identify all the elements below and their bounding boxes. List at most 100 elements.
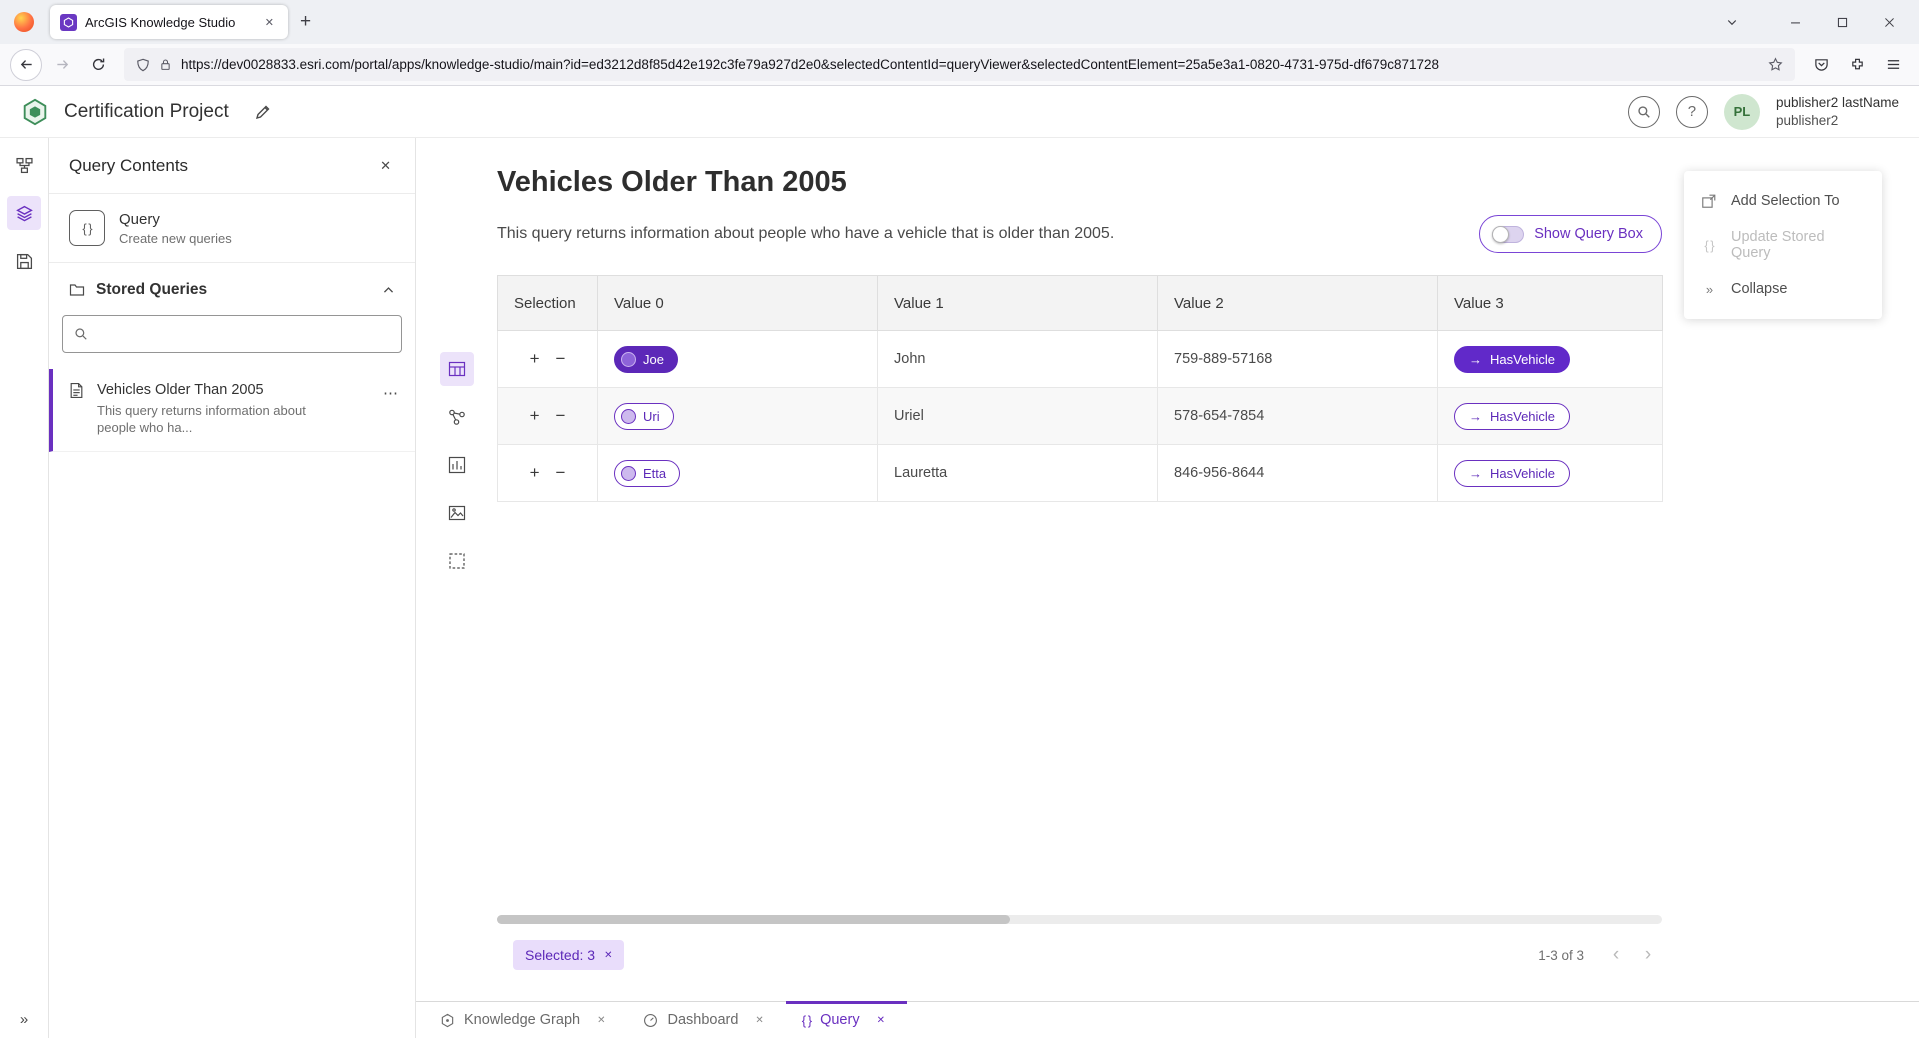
cell-value[interactable]: Uriel	[894, 408, 924, 424]
window-minimize-button[interactable]	[1772, 0, 1819, 44]
save-icon[interactable]	[7, 244, 41, 278]
remove-from-selection-button[interactable]: −	[556, 349, 566, 369]
entity-node-icon	[621, 466, 636, 481]
remove-from-selection-button[interactable]: −	[556, 463, 566, 483]
query-contents-panel: Query Contents ✕ { } Query Create new qu…	[49, 138, 416, 1038]
close-tab-icon[interactable]: ✕	[749, 1012, 769, 1029]
pocket-icon[interactable]	[1805, 49, 1837, 81]
selection-tools-icon[interactable]	[440, 544, 474, 578]
relationship-pill[interactable]: →HasVehicle	[1454, 403, 1570, 430]
tab-knowledge-graph[interactable]: Knowledge Graph ✕	[424, 1002, 627, 1038]
user-name-block[interactable]: publisher2 lastName publisher2	[1776, 94, 1899, 129]
page-description: This query returns information about peo…	[497, 225, 1114, 243]
edit-title-pencil-icon[interactable]	[247, 96, 279, 128]
map-view-icon[interactable]	[440, 496, 474, 530]
forward-button[interactable]	[46, 49, 78, 81]
toggle-switch[interactable]	[1492, 226, 1524, 243]
hamburger-menu-icon[interactable]	[1877, 49, 1909, 81]
stored-queries-label: Stored Queries	[96, 281, 207, 299]
column-header-value3[interactable]: Value 3	[1438, 276, 1663, 331]
content-tabs-bar: Knowledge Graph ✕ Dashboard ✕ { } Query …	[416, 1001, 1919, 1038]
left-icon-rail: »	[0, 138, 49, 1038]
entity-pill[interactable]: Uri	[614, 403, 674, 430]
stored-queries-search[interactable]	[62, 315, 402, 353]
padlock-icon[interactable]	[159, 58, 172, 71]
chevron-up-icon[interactable]	[382, 284, 395, 297]
collapse-chevrons-icon: »	[1700, 282, 1718, 297]
selected-count-chip[interactable]: Selected: 3 ✕	[513, 940, 624, 970]
new-tab-button[interactable]: +	[288, 11, 323, 33]
show-query-box-toggle[interactable]: Show Query Box	[1479, 215, 1662, 253]
clear-selection-icon[interactable]: ✕	[604, 950, 612, 961]
tab-dashboard[interactable]: Dashboard ✕	[627, 1002, 785, 1038]
previous-page-icon[interactable]: ‹	[1602, 941, 1630, 969]
app-header: Certification Project ? PL publisher2 la…	[0, 86, 1919, 138]
horizontal-scrollbar[interactable]	[497, 915, 1662, 924]
column-header-value1[interactable]: Value 1	[878, 276, 1158, 331]
entity-pill[interactable]: Joe	[614, 346, 678, 373]
menu-item-update-stored-query[interactable]: { } Update Stored Query	[1684, 223, 1882, 267]
cell-value[interactable]: Lauretta	[894, 465, 947, 481]
add-to-selection-button[interactable]: +	[530, 349, 540, 369]
panel-title: Query Contents	[69, 156, 188, 176]
search-input[interactable]	[97, 326, 390, 342]
menu-item-add-selection-to[interactable]: Add Selection To	[1684, 179, 1882, 223]
remove-from-selection-button[interactable]: −	[556, 406, 566, 426]
browser-window: ArcGIS Knowledge Studio ✕ +	[0, 0, 1919, 1038]
firefox-icon[interactable]	[14, 12, 34, 32]
close-tab-icon[interactable]: ✕	[871, 1012, 891, 1029]
data-model-icon[interactable]	[7, 148, 41, 182]
layers-icon[interactable]	[7, 196, 41, 230]
add-to-selection-button[interactable]: +	[530, 463, 540, 483]
folder-icon	[69, 282, 85, 298]
braces-icon: { }	[69, 210, 105, 246]
view-toolstrip	[416, 275, 497, 1001]
graph-view-icon[interactable]	[440, 400, 474, 434]
new-query-item[interactable]: { } Query Create new queries	[49, 194, 415, 263]
browser-tab[interactable]: ArcGIS Knowledge Studio ✕	[50, 5, 288, 39]
user-avatar[interactable]: PL	[1724, 94, 1760, 130]
entity-pill[interactable]: Etta	[614, 460, 680, 487]
back-button[interactable]	[10, 49, 42, 81]
tab-query[interactable]: { } Query ✕	[786, 1002, 907, 1038]
panel-close-icon[interactable]: ✕	[376, 154, 395, 178]
table-view-icon[interactable]	[440, 352, 474, 386]
url-text[interactable]: https://dev0028833.esri.com/portal/apps/…	[181, 57, 1759, 72]
add-to-selection-button[interactable]: +	[530, 406, 540, 426]
extensions-icon[interactable]	[1841, 49, 1873, 81]
relationship-pill[interactable]: →HasVehicle	[1454, 346, 1570, 373]
cell-value[interactable]: 578-654-7854	[1174, 408, 1264, 424]
question-mark-icon: ?	[1688, 103, 1696, 120]
chart-view-icon[interactable]	[440, 448, 474, 482]
url-bar[interactable]: https://dev0028833.esri.com/portal/apps/…	[124, 48, 1795, 81]
relationship-arrow-icon: →	[1469, 466, 1482, 481]
tracking-protection-shield-icon[interactable]	[136, 58, 150, 72]
expand-rail-icon[interactable]: »	[20, 1011, 28, 1028]
entity-node-icon	[621, 409, 636, 424]
site-favicon	[60, 14, 77, 31]
menu-item-collapse[interactable]: » Collapse	[1684, 267, 1882, 311]
list-tabs-chevron-icon[interactable]	[1726, 16, 1738, 28]
cell-value[interactable]: John	[894, 351, 925, 367]
item-options-ellipsis-icon[interactable]: ⋯	[379, 382, 403, 404]
relationship-arrow-icon: →	[1469, 409, 1482, 424]
next-page-icon[interactable]: ›	[1634, 941, 1662, 969]
column-header-value0[interactable]: Value 0	[598, 276, 878, 331]
search-button[interactable]	[1628, 96, 1660, 128]
stored-queries-header[interactable]: Stored Queries	[49, 263, 415, 309]
window-close-button[interactable]	[1866, 0, 1913, 44]
scrollbar-thumb[interactable]	[497, 915, 1010, 924]
stored-query-item[interactable]: Vehicles Older Than 2005 This query retu…	[49, 369, 415, 452]
close-tab-icon[interactable]: ✕	[591, 1012, 611, 1029]
column-header-selection[interactable]: Selection	[498, 276, 598, 331]
braces-icon: { }	[1700, 238, 1718, 253]
window-maximize-button[interactable]	[1819, 0, 1866, 44]
column-header-value2[interactable]: Value 2	[1158, 276, 1438, 331]
relationship-pill[interactable]: →HasVehicle	[1454, 460, 1570, 487]
help-button[interactable]: ?	[1676, 96, 1708, 128]
refresh-button[interactable]	[82, 49, 114, 81]
cell-value[interactable]: 759-889-57168	[1174, 351, 1272, 367]
cell-value[interactable]: 846-956-8644	[1174, 465, 1264, 481]
bookmark-star-icon[interactable]	[1768, 57, 1783, 72]
tab-close-icon[interactable]: ✕	[259, 13, 280, 32]
